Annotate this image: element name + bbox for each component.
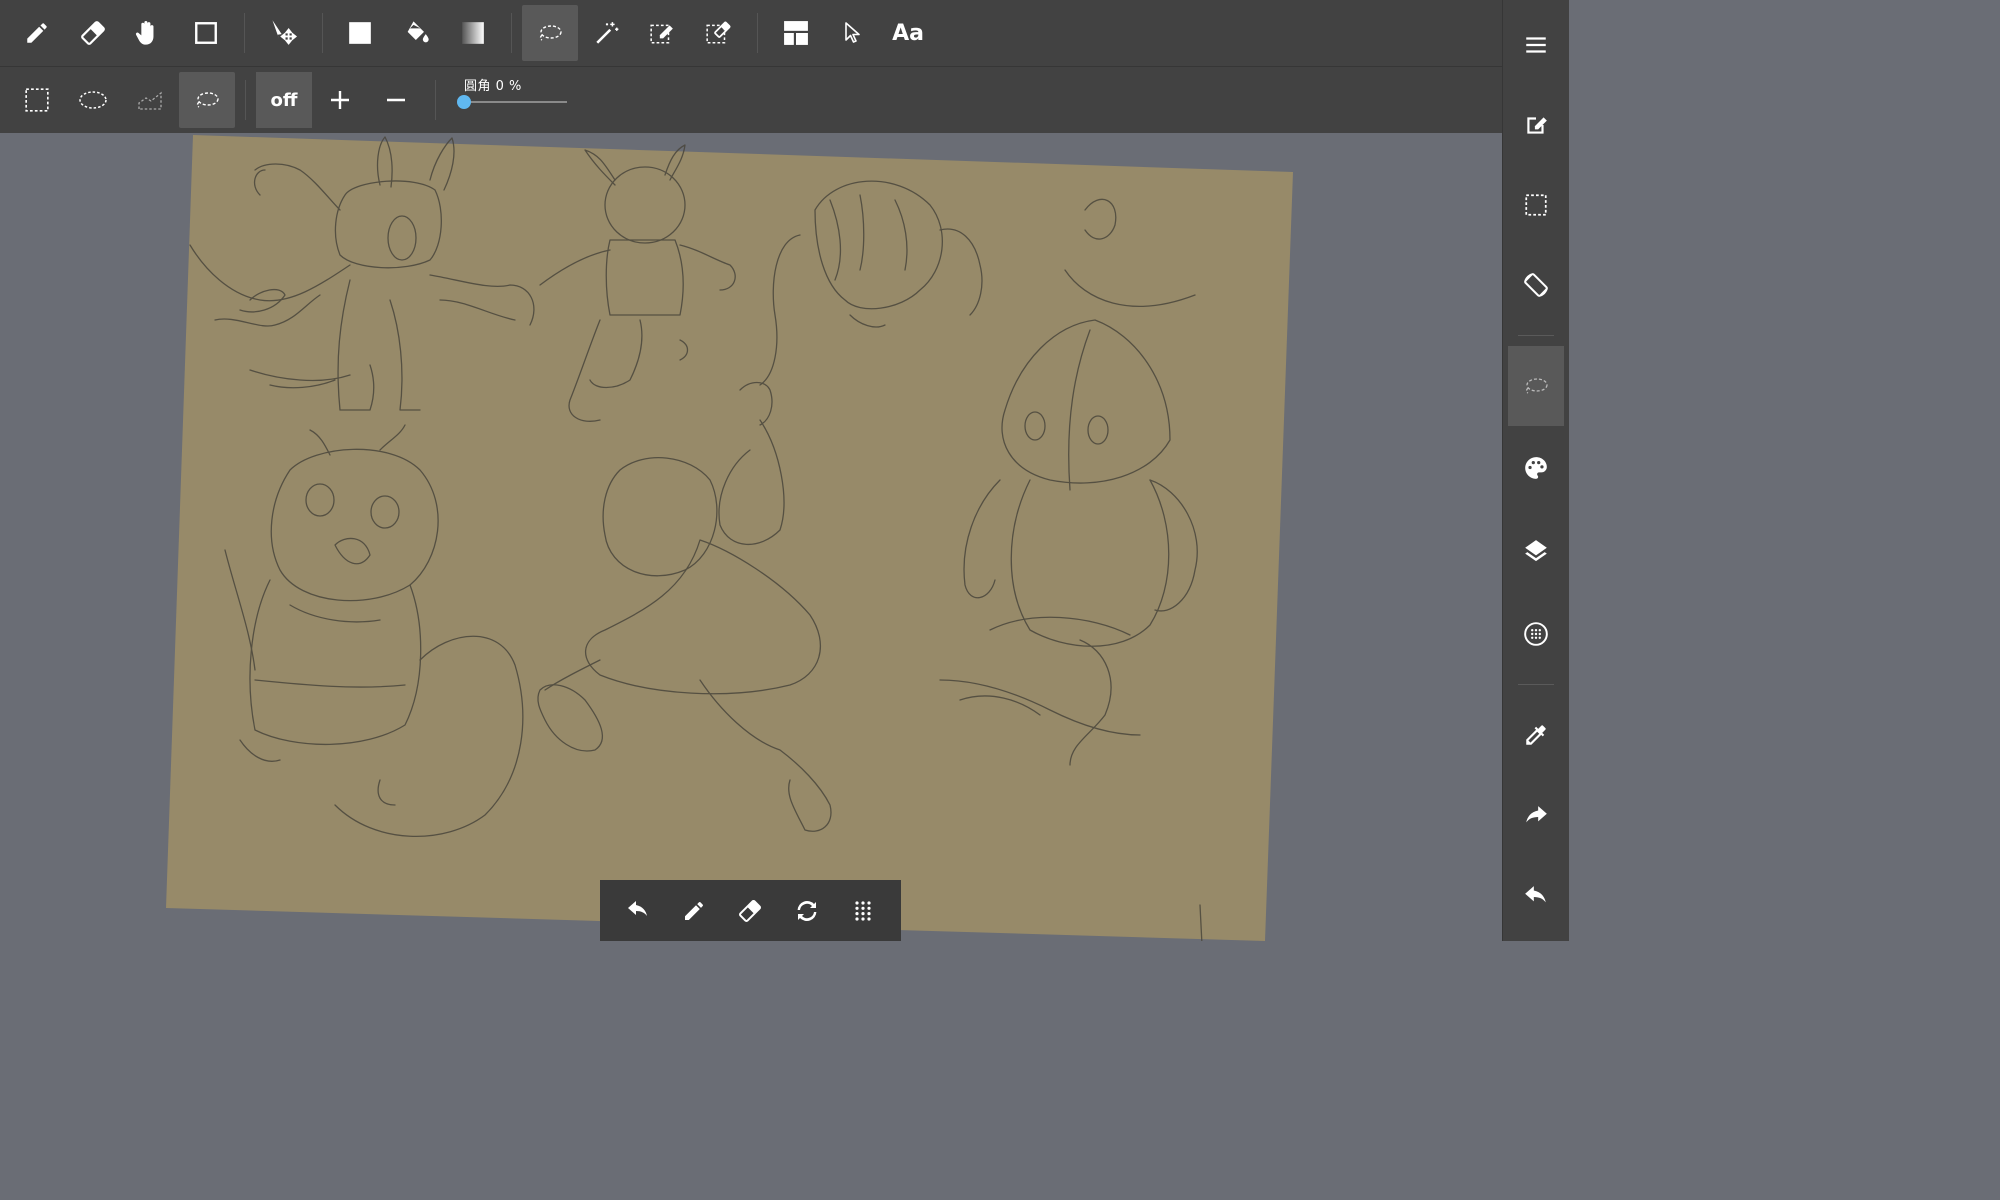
grid-icon[interactable] — [839, 887, 887, 935]
toolbar-divider — [511, 13, 512, 53]
palette-icon[interactable] — [1508, 433, 1564, 503]
select-eraser-icon[interactable] — [690, 5, 746, 61]
transform-icon[interactable] — [783, 887, 831, 935]
toolbar-divider — [245, 80, 246, 120]
subtract-selection-icon[interactable] — [368, 72, 424, 128]
filled-square-icon[interactable] — [332, 5, 388, 61]
frame-icon[interactable] — [768, 5, 824, 61]
selection-options-toolbar: off 圓角 0 % — [0, 67, 1502, 133]
magic-wand-icon[interactable] — [579, 5, 635, 61]
rect-select-icon[interactable] — [9, 72, 65, 128]
toolbar-divider — [435, 80, 436, 120]
polyline-select-icon[interactable] — [122, 72, 178, 128]
text-icon[interactable]: Aa — [880, 5, 936, 61]
eyedropper-icon[interactable] — [1508, 700, 1564, 770]
eraser-icon[interactable] — [726, 887, 774, 935]
corner-radius-label: 圓角 0 % — [464, 79, 522, 94]
rotate-screen-icon[interactable] — [1508, 250, 1564, 320]
move-arrow-icon[interactable] — [256, 5, 312, 61]
rectangle-icon[interactable] — [178, 5, 234, 61]
layers-icon[interactable] — [1508, 516, 1564, 586]
antialias-toggle-button[interactable]: off — [256, 72, 312, 128]
lasso-icon[interactable] — [522, 5, 578, 61]
corner-radius-slider-thumb[interactable] — [457, 95, 471, 109]
bottom-quick-toolbar — [600, 880, 901, 941]
toolbar-divider — [244, 13, 245, 53]
main-toolbar: Aa — [0, 0, 1502, 67]
redo-icon[interactable] — [1508, 782, 1564, 852]
material-icon[interactable] — [1508, 599, 1564, 669]
toolbar-divider — [322, 13, 323, 53]
pencil-icon[interactable] — [670, 887, 718, 935]
pencil-icon[interactable] — [9, 5, 65, 61]
right-sidebar — [1502, 0, 1569, 941]
selection-icon[interactable] — [1508, 170, 1564, 240]
edit-icon[interactable] — [1508, 90, 1564, 160]
paint-bucket-icon[interactable] — [389, 5, 445, 61]
lasso-select-icon[interactable] — [179, 72, 235, 128]
menu-icon[interactable] — [1508, 10, 1564, 80]
gradient-icon[interactable] — [445, 5, 501, 61]
add-selection-icon[interactable] — [312, 72, 368, 128]
drawing-paper[interactable] — [0, 134, 1502, 941]
select-pen-icon[interactable] — [634, 5, 690, 61]
canvas-workspace[interactable] — [0, 134, 1502, 941]
hand-icon[interactable] — [118, 5, 174, 61]
ellipse-select-icon[interactable] — [65, 72, 121, 128]
toolbar-divider — [757, 13, 758, 53]
undo-icon[interactable] — [1508, 862, 1564, 932]
cursor-icon[interactable] — [824, 5, 880, 61]
eraser-icon[interactable] — [65, 5, 121, 61]
lasso-icon[interactable] — [1508, 346, 1564, 426]
undo-icon[interactable] — [614, 887, 662, 935]
corner-radius-slider[interactable] — [464, 101, 567, 103]
